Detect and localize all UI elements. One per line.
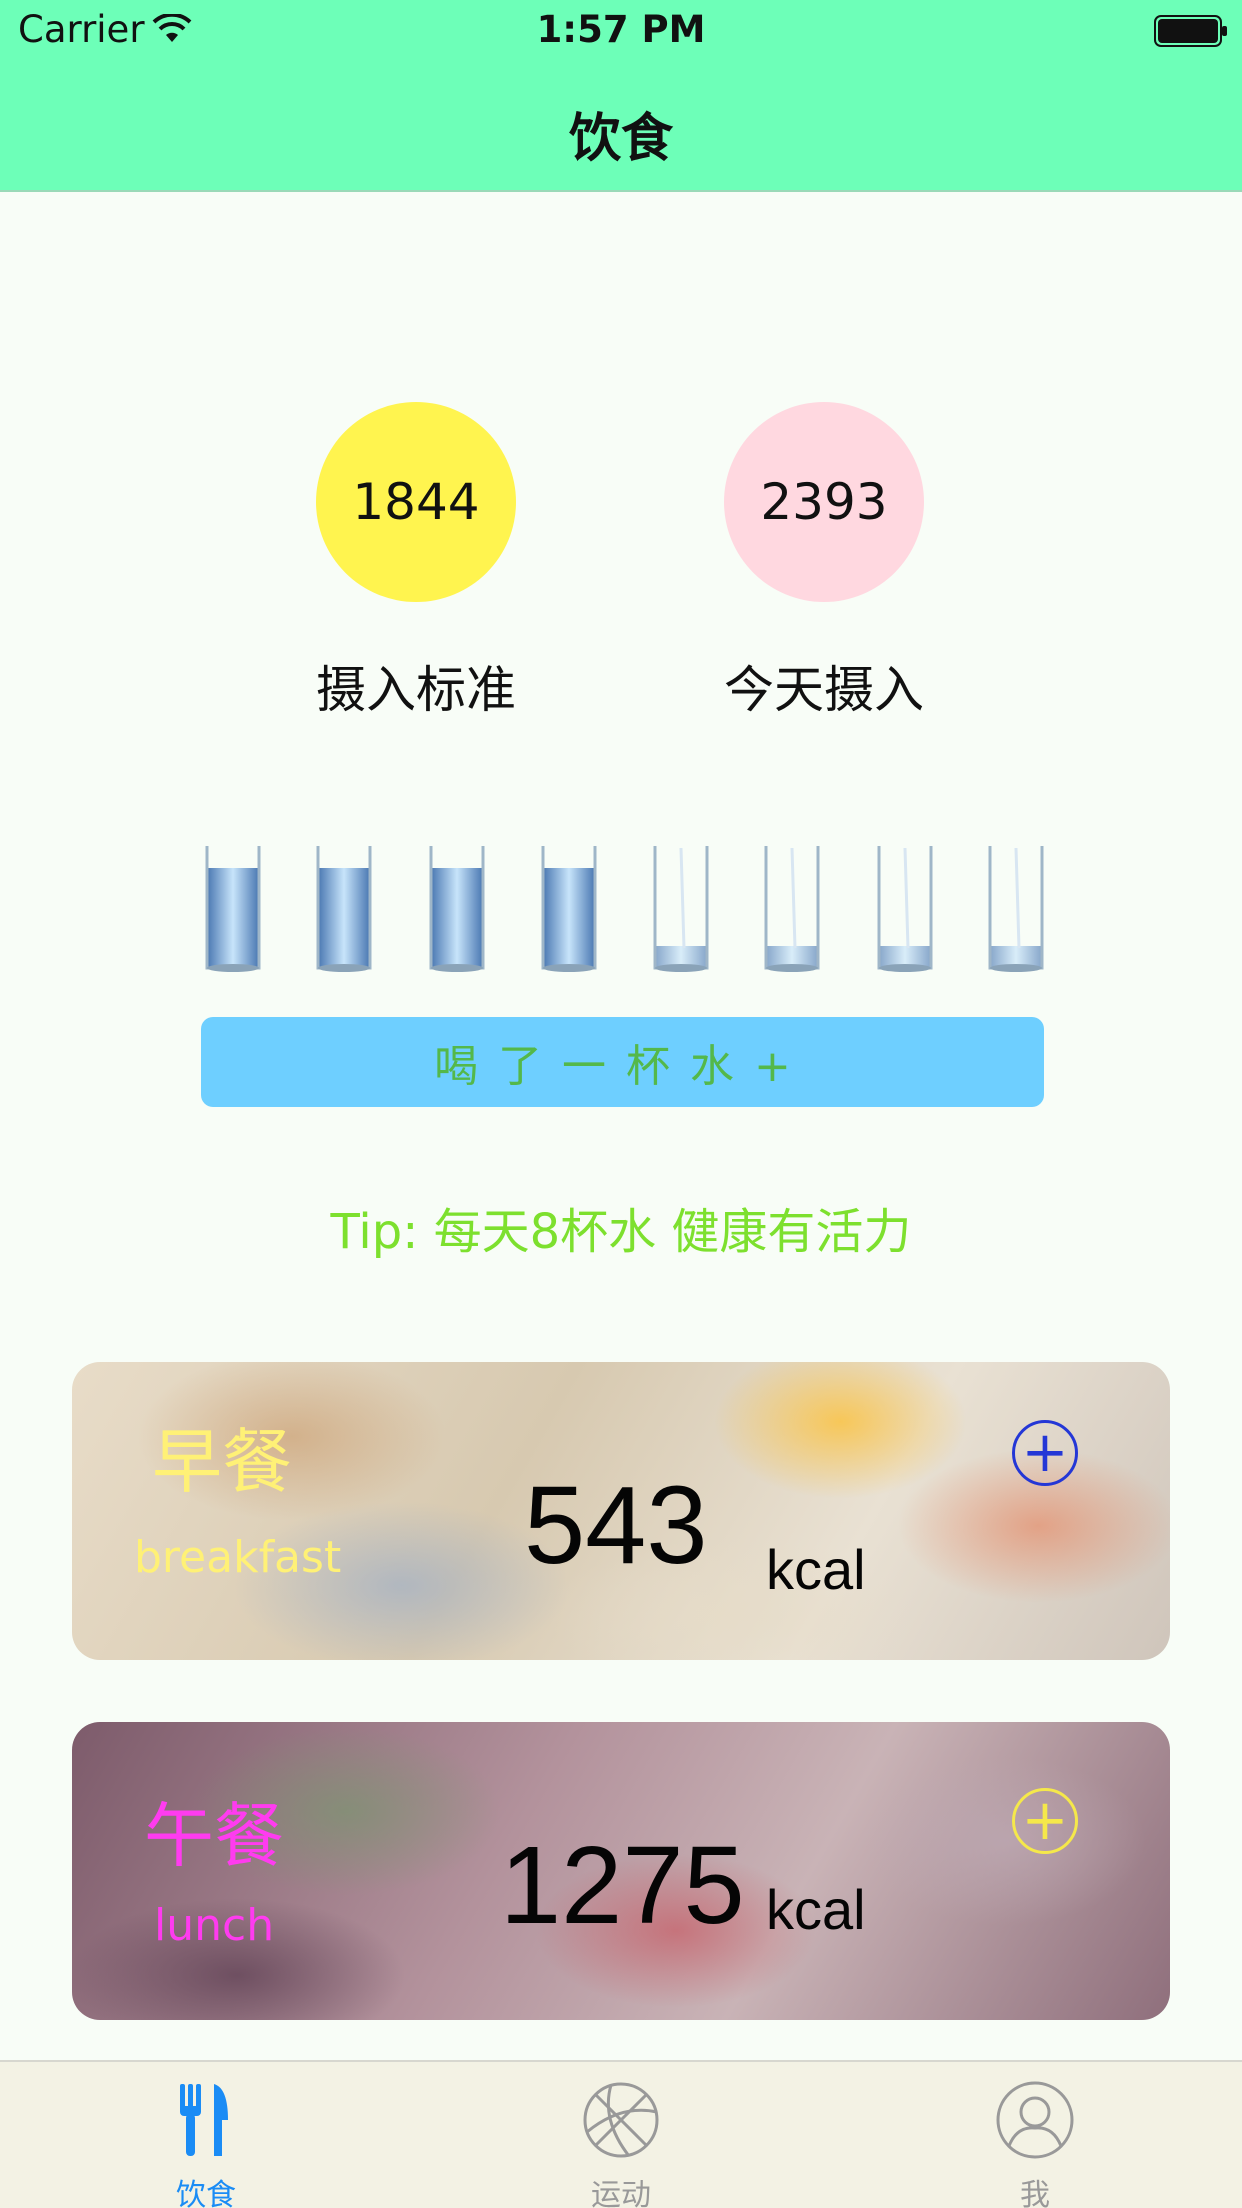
tab-bar: 饮食 运动 我 xyxy=(0,2060,1242,2208)
add-lunch-button[interactable]: + xyxy=(1012,1788,1078,1854)
water-glass-empty xyxy=(764,846,820,972)
meal-kcal-value: 1275 xyxy=(500,1824,745,1947)
battery-icon xyxy=(1154,15,1227,47)
meal-name-cn: 午餐 xyxy=(144,1795,284,1877)
tab-sport-label: 运动 xyxy=(591,2178,651,2208)
tab-me-label: 我 xyxy=(1020,2178,1050,2208)
water-glass-empty xyxy=(653,846,709,972)
tab-diet[interactable]: 饮食 xyxy=(106,2062,306,2208)
water-glass-empty xyxy=(988,846,1044,972)
meal-kcal-unit: kcal xyxy=(766,1878,866,1941)
standard-intake-circle: 1844 xyxy=(316,402,516,602)
today-intake-circle: 2393 xyxy=(724,402,924,602)
water-glass-full xyxy=(429,846,485,972)
drink-water-button[interactable]: 喝了一杯水+ xyxy=(201,1017,1044,1107)
fork-knife-icon xyxy=(180,2084,228,2156)
water-tip: Tip: 每天8杯水 健康有活力 xyxy=(330,1204,912,1260)
basketball-icon xyxy=(583,2082,659,2158)
add-breakfast-button[interactable]: + xyxy=(1012,1420,1078,1486)
page-title: 饮食 xyxy=(568,109,673,169)
water-glass-full xyxy=(205,846,261,972)
meal-kcal-value: 543 xyxy=(524,1464,708,1587)
today-intake-label: 今天摄入 xyxy=(724,661,924,719)
standard-intake-value: 1844 xyxy=(352,473,480,531)
breakfast-card[interactable]: 早餐 breakfast 543 kcal + xyxy=(72,1362,1170,1660)
user-icon xyxy=(996,2081,1074,2159)
status-time: 1:57 PM xyxy=(536,8,706,51)
water-glass-full xyxy=(541,846,597,972)
water-glass-empty xyxy=(877,846,933,972)
plus-icon: + xyxy=(1021,1420,1069,1485)
plus-icon: + xyxy=(1021,1788,1069,1853)
water-glass-full xyxy=(316,846,372,972)
lunch-card[interactable]: 午餐 lunch 1275 kcal + xyxy=(72,1722,1170,2020)
meal-kcal-unit: kcal xyxy=(766,1538,866,1601)
tab-me[interactable]: 我 xyxy=(935,2062,1135,2208)
tab-sport[interactable]: 运动 xyxy=(521,2062,721,2208)
meal-name-en: breakfast xyxy=(134,1532,342,1583)
navigation-bar: Carrier 1:57 PM 饮食 xyxy=(0,0,1242,192)
standard-intake-label: 摄入标准 xyxy=(316,661,516,719)
today-intake-value: 2393 xyxy=(760,473,888,531)
meal-name-en: lunch xyxy=(154,1900,275,1951)
meal-name-cn: 早餐 xyxy=(152,1421,292,1503)
tab-diet-label: 饮食 xyxy=(176,2178,236,2208)
